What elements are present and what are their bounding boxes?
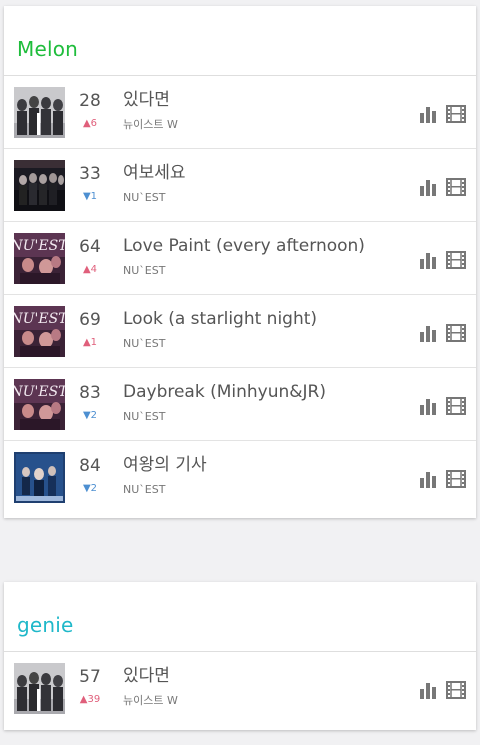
bar-chart-icon[interactable] xyxy=(419,397,437,415)
chart-rank: 64 xyxy=(79,237,101,257)
album-cover xyxy=(14,160,65,211)
rank-change: ▼2 xyxy=(82,410,98,421)
rank-change: ▼1 xyxy=(82,191,98,202)
album-cover: NU'EST xyxy=(14,379,65,430)
rank-change: ▲4 xyxy=(82,264,98,275)
song-row[interactable]: 84 ▼2 여왕의 기사 NU`EST xyxy=(4,441,476,514)
chart-rank: 57 xyxy=(79,667,101,687)
song-row[interactable]: 57 ▲39 있다면 뉴이스트 W xyxy=(4,652,476,725)
artist-name[interactable]: 뉴이스트 W xyxy=(123,694,406,708)
bar-chart-icon[interactable] xyxy=(419,470,437,488)
film-icon[interactable] xyxy=(446,251,466,269)
album-cover: NU'EST xyxy=(14,306,65,357)
service-name-genie: genie xyxy=(17,613,74,637)
bar-chart-icon[interactable] xyxy=(419,681,437,699)
rank-change: ▼2 xyxy=(82,483,98,494)
cover-logo: NU'EST xyxy=(14,384,65,400)
melon-card-header: Melon xyxy=(4,6,476,76)
bar-chart-icon[interactable] xyxy=(419,105,437,123)
song-title[interactable]: 있다면 xyxy=(123,89,406,111)
song-row[interactable]: NU'EST 83 ▼2 Daybreak (Minhyun&JR) NU`ES… xyxy=(4,368,476,441)
cover-logo: NU'EST xyxy=(14,238,65,254)
chart-rank: 84 xyxy=(79,456,101,476)
film-icon[interactable] xyxy=(446,178,466,196)
album-cover: NU'EST xyxy=(14,233,65,284)
bar-chart-icon[interactable] xyxy=(419,251,437,269)
rank-change: ▲1 xyxy=(82,337,98,348)
song-title[interactable]: Daybreak (Minhyun&JR) xyxy=(123,381,406,403)
song-title[interactable]: Look (a starlight night) xyxy=(123,308,406,330)
artist-name[interactable]: NU`EST xyxy=(123,337,406,351)
artist-name[interactable]: NU`EST xyxy=(123,483,406,497)
rank-change: ▲6 xyxy=(82,118,98,129)
song-row[interactable]: 28 ▲6 있다면 뉴이스트 W xyxy=(4,76,476,149)
film-icon[interactable] xyxy=(446,105,466,123)
album-cover xyxy=(14,87,65,138)
artist-name[interactable]: NU`EST xyxy=(123,410,406,424)
song-row[interactable]: NU'EST 64 ▲4 Love Paint (every afternoon… xyxy=(4,222,476,295)
song-title[interactable]: 있다면 xyxy=(123,665,406,687)
rank-change: ▲39 xyxy=(79,694,101,705)
bar-chart-icon[interactable] xyxy=(419,324,437,342)
film-icon[interactable] xyxy=(446,324,466,342)
artist-name[interactable]: NU`EST xyxy=(123,191,406,205)
chart-rank: 28 xyxy=(79,91,101,111)
artist-name[interactable]: 뉴이스트 W xyxy=(123,118,406,132)
film-icon[interactable] xyxy=(446,397,466,415)
cover-logo: NU'EST xyxy=(14,311,65,327)
chart-rank: 69 xyxy=(79,310,101,330)
chart-rank: 33 xyxy=(79,164,101,184)
melon-chart-card: Melon 28 ▲6 있다면 뉴이스트 W 33 ▼1 여보세요 NU`EST… xyxy=(4,6,476,518)
artist-name[interactable]: NU`EST xyxy=(123,264,406,278)
genie-card-header: genie xyxy=(4,582,476,652)
album-cover xyxy=(14,663,65,714)
song-title[interactable]: 여보세요 xyxy=(123,162,406,184)
chart-rank: 83 xyxy=(79,383,101,403)
song-row[interactable]: NU'EST 69 ▲1 Look (a starlight night) NU… xyxy=(4,295,476,368)
song-row[interactable]: 33 ▼1 여보세요 NU`EST xyxy=(4,149,476,222)
film-icon[interactable] xyxy=(446,470,466,488)
film-icon[interactable] xyxy=(446,681,466,699)
service-name-melon: Melon xyxy=(17,37,79,61)
song-title[interactable]: 여왕의 기사 xyxy=(123,454,406,476)
album-cover xyxy=(14,452,65,503)
genie-chart-card: genie 57 ▲39 있다면 뉴이스트 W xyxy=(4,582,476,730)
bar-chart-icon[interactable] xyxy=(419,178,437,196)
song-title[interactable]: Love Paint (every afternoon) xyxy=(123,235,406,257)
